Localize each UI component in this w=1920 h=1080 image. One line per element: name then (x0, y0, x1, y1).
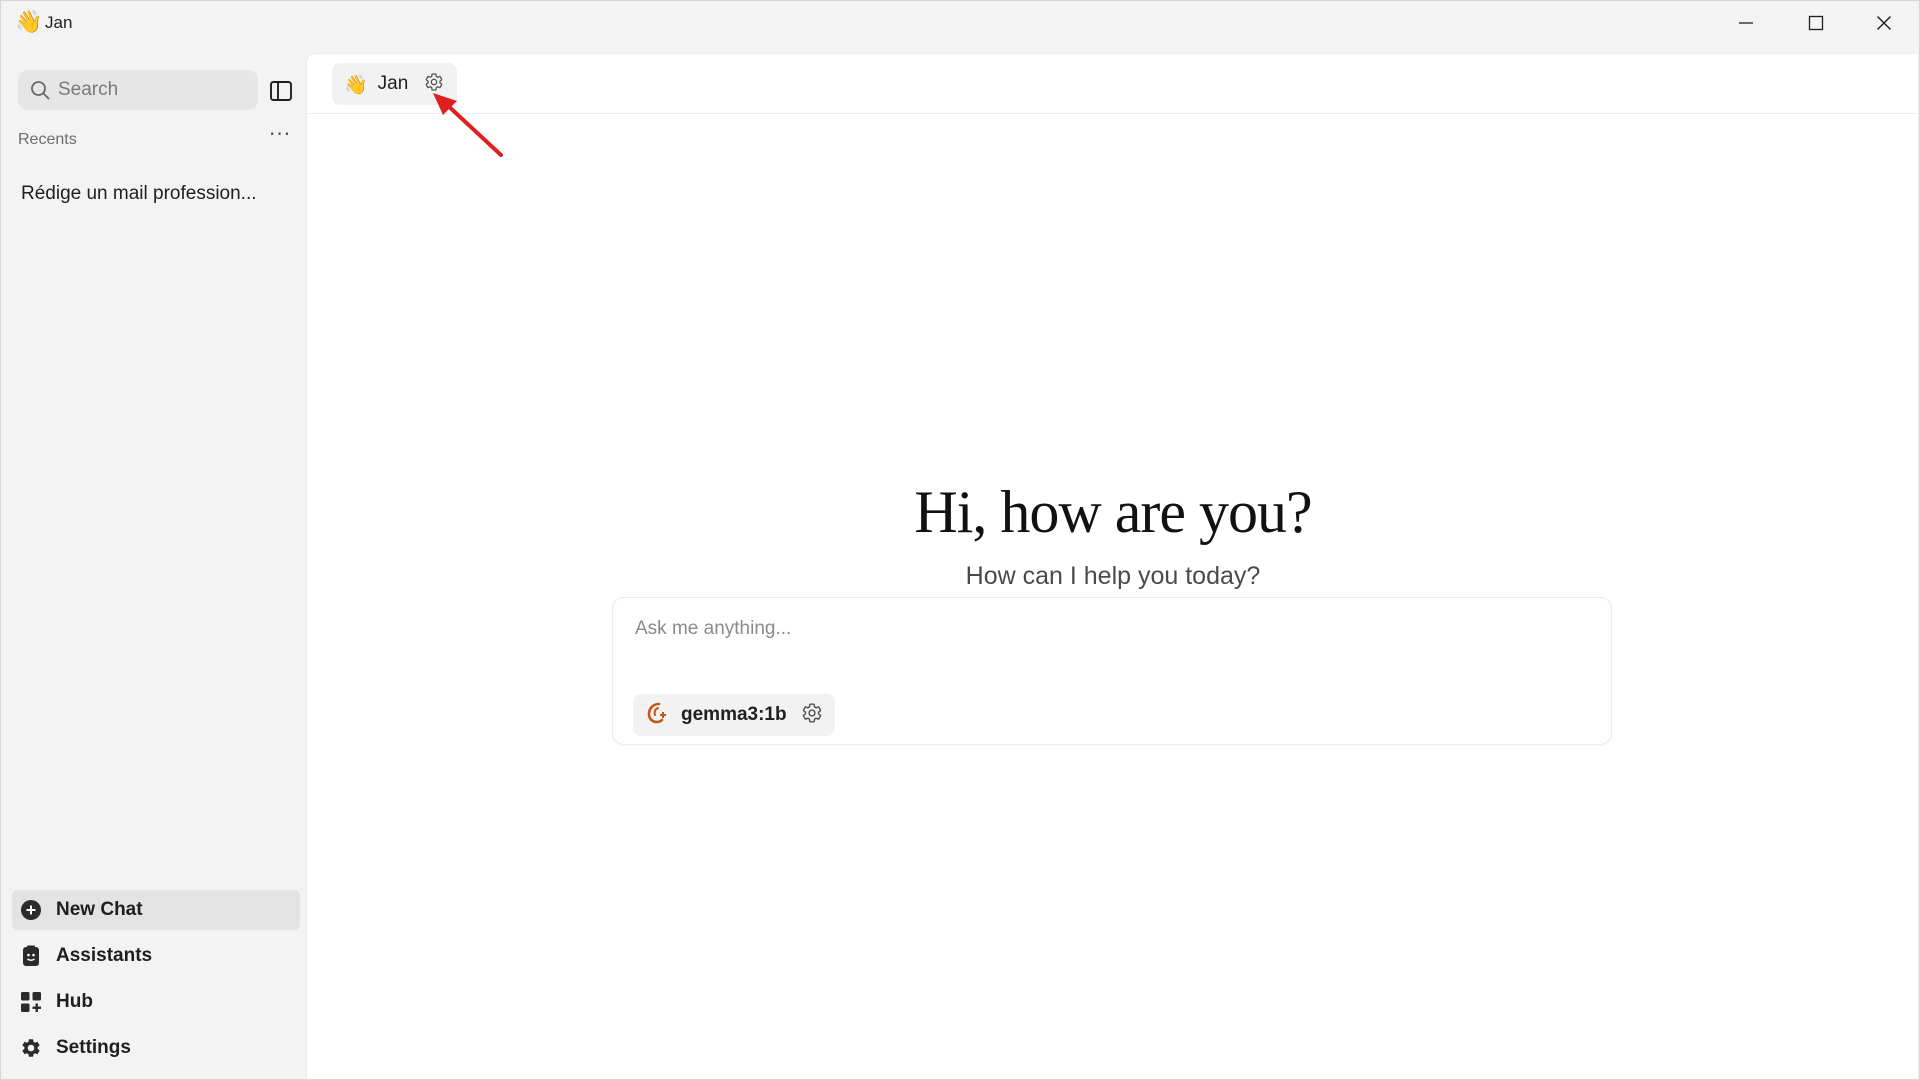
nav-label: Assistants (56, 945, 153, 966)
recents-more-icon[interactable]: ··· (269, 124, 295, 147)
window-title: Jan (45, 13, 73, 32)
app-logo-icon: 👋 (15, 10, 43, 35)
greeting-heading: Hi, how are you? (914, 479, 1312, 545)
nav-assistants[interactable]: Assistants (12, 936, 300, 976)
app-window: 👋 Jan Recents ··· Rédige un mail profess… (0, 0, 1920, 1080)
sidebar: Recents ··· Rédige un mail profession...… (1, 45, 305, 1079)
recents-label: Recents (18, 131, 77, 148)
sidebar-nav: New Chat Assistants Hub Settings (12, 890, 300, 1074)
gear-icon (20, 1037, 42, 1059)
grid-icon (20, 991, 42, 1013)
assistant-icon (20, 945, 42, 967)
model-selector[interactable]: gemma3:1b (633, 694, 835, 736)
sidebar-toggle-icon[interactable] (269, 79, 293, 103)
nav-label: Hub (56, 991, 93, 1012)
chat-input[interactable] (635, 618, 1585, 662)
close-button[interactable] (1849, 1, 1919, 45)
search-box[interactable] (18, 70, 258, 110)
maximize-button[interactable] (1781, 1, 1851, 45)
assistant-selector[interactable]: 👋 Jan (332, 63, 457, 105)
assistant-name: Jan (377, 73, 409, 94)
close-icon (1877, 16, 1891, 30)
chat-composer: gemma3:1b (612, 597, 1612, 745)
model-name: gemma3:1b (681, 704, 787, 725)
nav-settings[interactable]: Settings (12, 1028, 300, 1068)
minimize-button[interactable] (1711, 1, 1781, 45)
chat-header: 👋 Jan (307, 54, 1919, 114)
nav-new-chat[interactable]: New Chat (12, 890, 300, 930)
search-icon (31, 81, 50, 100)
plus-circle-icon (20, 899, 42, 921)
nav-label: Settings (56, 1037, 131, 1058)
model-settings-icon[interactable] (801, 702, 823, 729)
search-input[interactable] (58, 70, 248, 110)
maximize-icon (1808, 15, 1824, 31)
title-bar: 👋 Jan (1, 1, 1919, 45)
greeting-subtitle: How can I help you today? (965, 562, 1261, 590)
assistant-settings-icon[interactable] (424, 72, 444, 97)
main-panel: 👋 Jan Hi, how are you? How can I help yo… (306, 53, 1919, 1079)
minimize-icon (1739, 22, 1753, 24)
nav-label: New Chat (56, 899, 143, 920)
nav-hub[interactable]: Hub (12, 982, 300, 1022)
model-logo-icon (645, 701, 669, 730)
assistant-avatar-icon: 👋 (344, 73, 368, 96)
recent-chat-item[interactable]: Rédige un mail profession... (21, 177, 283, 211)
